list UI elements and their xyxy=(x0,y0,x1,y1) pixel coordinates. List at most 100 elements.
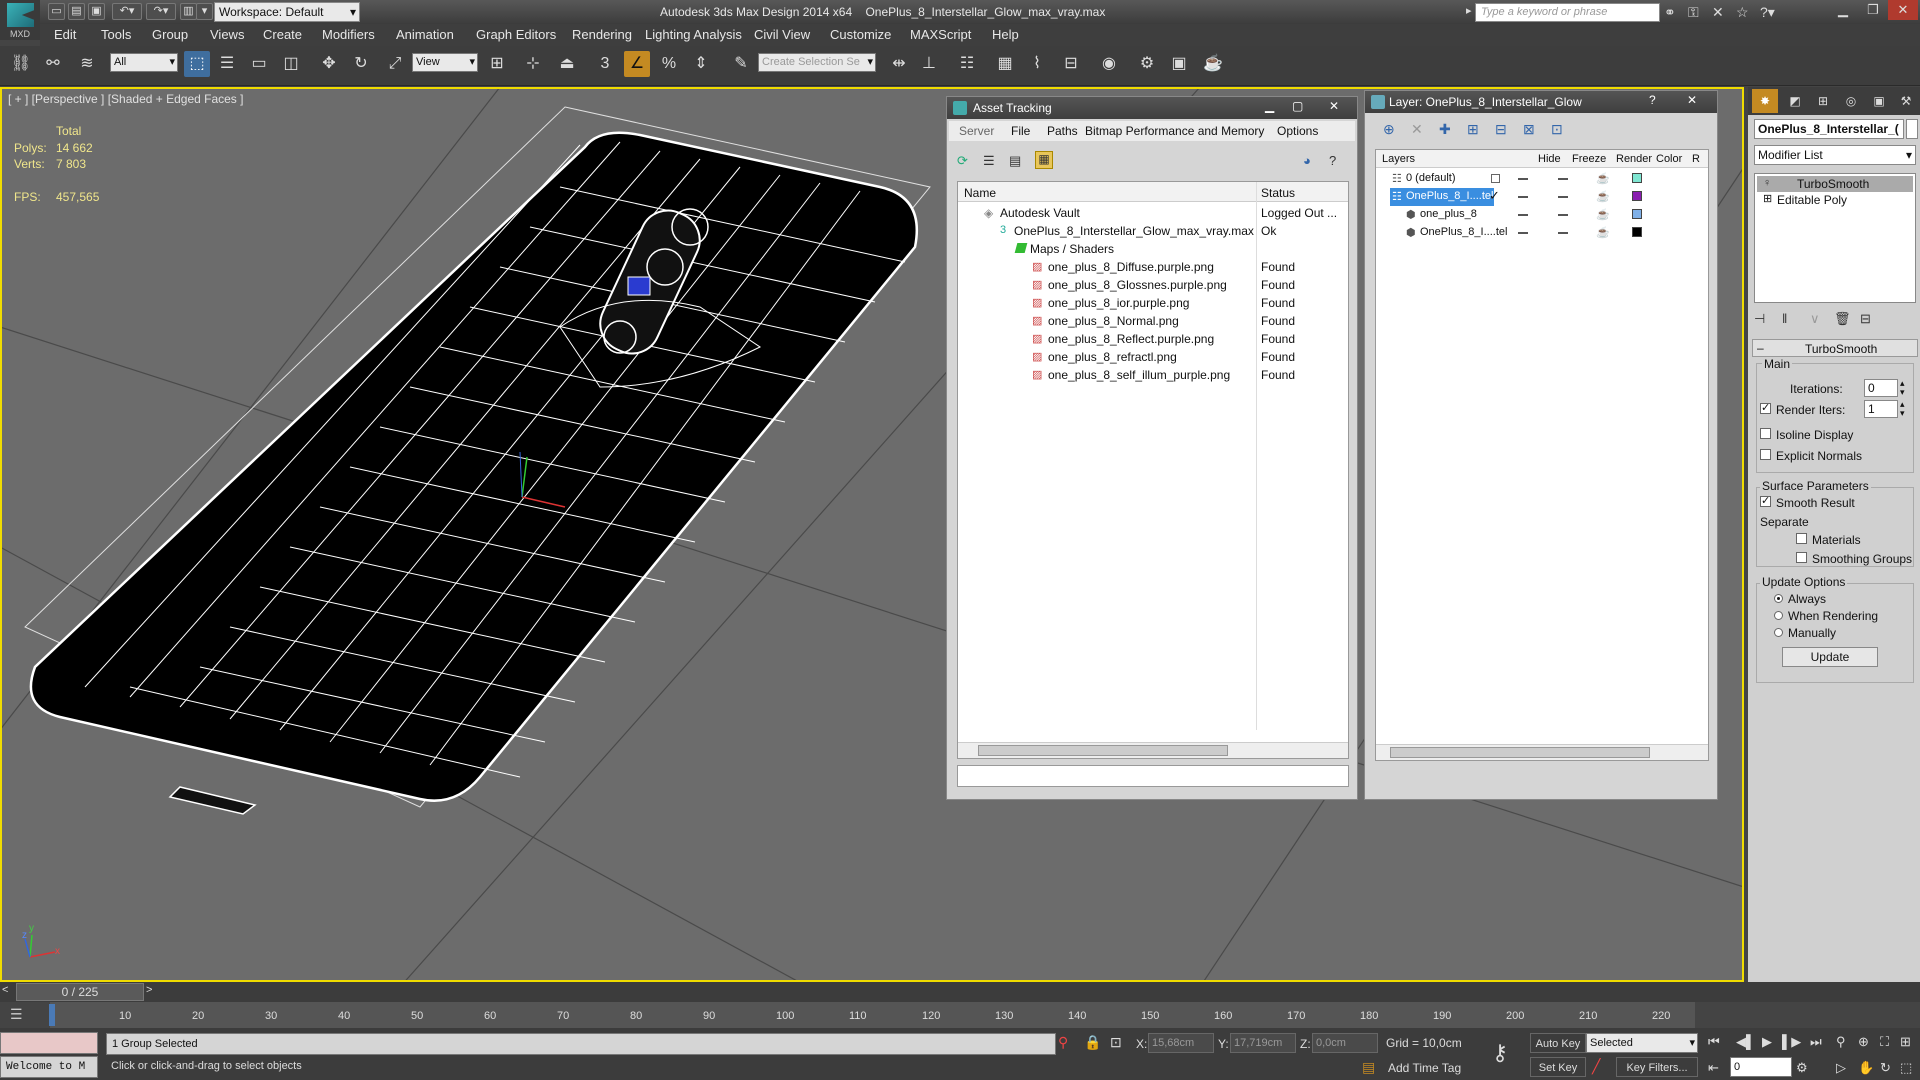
table-view-icon[interactable]: ▦ xyxy=(1035,151,1053,169)
asset-row[interactable]: 3 OnePlus_8_Interstellar_Glow_max_vray.m… xyxy=(958,222,1348,240)
hierarchy-tab-icon[interactable]: ⊞ xyxy=(1810,89,1836,113)
asset-row[interactable]: ▨ one_plus_8_Normal.png Found xyxy=(958,312,1348,330)
render-teapot-icon[interactable]: ☕ xyxy=(1596,208,1610,221)
layer-row[interactable]: ⬢ OnePlus_8_I....tel ☕ xyxy=(1376,224,1708,242)
select-manipulate-icon[interactable]: ⊹ xyxy=(520,51,546,77)
modifier-list-dropdown[interactable]: Modifier List ▾ xyxy=(1754,145,1916,165)
y-coordinate-field[interactable]: 17,719cm xyxy=(1230,1033,1296,1053)
display-tab-icon[interactable]: ▣ xyxy=(1866,89,1892,113)
thumbnail-view-icon[interactable]: ▤ xyxy=(1009,153,1021,169)
materials-checkbox[interactable] xyxy=(1796,533,1807,544)
render-production-icon[interactable]: ☕ xyxy=(1200,51,1226,77)
create-tab-icon[interactable]: ✸ xyxy=(1752,89,1778,113)
select-and-link-icon[interactable]: ⛓ xyxy=(8,51,34,77)
menu-animation[interactable]: Animation xyxy=(396,27,454,42)
menu-rendering[interactable]: Rendering xyxy=(572,27,632,42)
time-configuration-icon[interactable]: ⚙ xyxy=(1796,1060,1808,1076)
project-folder-icon[interactable]: ▥ xyxy=(180,3,197,20)
layer-color-swatch[interactable] xyxy=(1632,209,1642,219)
freeze-toggle[interactable] xyxy=(1558,178,1568,180)
isolate-selection-icon[interactable]: ⚲ xyxy=(1058,1034,1068,1051)
render-setup-icon[interactable]: ⚙ xyxy=(1134,51,1160,77)
maximize-icon[interactable]: ▢ xyxy=(1292,99,1303,113)
edit-named-selection-icon[interactable]: ✎ xyxy=(728,51,754,77)
named-selection-set-dropdown[interactable]: Create Selection Se ▾ xyxy=(758,53,876,72)
isoline-display-checkbox[interactable] xyxy=(1760,428,1771,439)
communication-center-icon[interactable]: ✕ xyxy=(1712,4,1724,21)
layer-row[interactable]: ☷ 0 (default) ☕ xyxy=(1376,170,1708,188)
schematic-view-icon[interactable]: ⊟ xyxy=(1058,51,1084,77)
menu-tools[interactable]: Tools xyxy=(101,27,131,42)
freeze-all-icon[interactable]: ⊡ xyxy=(1551,121,1563,138)
column-status[interactable]: Status xyxy=(1261,186,1295,200)
expand-plus-icon[interactable]: ⊞ xyxy=(1763,192,1772,205)
object-color-swatch[interactable] xyxy=(1906,119,1918,139)
undo-icon[interactable]: ↶▾ xyxy=(112,3,142,20)
remove-modifier-icon[interactable]: 🗑 xyxy=(1834,311,1851,327)
freeze-toggle[interactable] xyxy=(1558,214,1568,216)
select-object-icon[interactable]: ⬚ xyxy=(184,51,210,77)
lightbulb-icon[interactable]: ♀ xyxy=(1763,177,1771,189)
layer-manager-icon[interactable]: ☷ xyxy=(954,51,980,77)
spinner-snap-icon[interactable]: ⇕ xyxy=(688,51,714,77)
next-frame-icon[interactable]: ▌▶ xyxy=(1782,1034,1801,1050)
menu-edit[interactable]: Edit xyxy=(54,27,76,42)
layer-row-selected[interactable]: ☷ OnePlus_8_I....tellar ✓ ☕ xyxy=(1376,188,1708,206)
mirror-icon[interactable]: ⇹ xyxy=(886,51,912,77)
viewport-label-menu[interactable]: [ + ] [Perspective ] [Shaded + Edged Fac… xyxy=(8,92,243,106)
layer-color-swatch[interactable] xyxy=(1632,173,1642,183)
turbosmooth-rollout-header[interactable]: – TurboSmooth xyxy=(1752,339,1918,357)
iterations-spinner[interactable]: ▴ ▾ xyxy=(1900,379,1905,397)
graphite-ribbon-icon[interactable]: ▦ xyxy=(992,51,1018,77)
list-view-icon[interactable]: ☰ xyxy=(983,153,995,169)
reference-coordinate-dropdown[interactable]: View ▾ xyxy=(412,53,478,72)
current-layer-checkbox[interactable] xyxy=(1491,174,1500,183)
new-file-icon[interactable]: ▭ xyxy=(48,3,65,20)
select-objects-icon[interactable]: ⊞ xyxy=(1467,121,1479,138)
hide-toggle[interactable] xyxy=(1518,232,1528,234)
layer-row[interactable]: ⬢ one_plus_8 ☕ xyxy=(1376,206,1708,224)
add-to-layer-icon[interactable]: ✚ xyxy=(1439,121,1451,138)
binoculars-icon[interactable]: ⚭ xyxy=(1664,4,1676,21)
restore-window-button[interactable]: ❐ xyxy=(1858,0,1888,20)
render-teapot-icon[interactable]: ☕ xyxy=(1596,190,1610,203)
help-icon[interactable]: ?▾ xyxy=(1760,4,1775,21)
field-of-view-icon[interactable]: ▷ xyxy=(1836,1060,1846,1076)
minimize-window-button[interactable]: ▁ xyxy=(1828,0,1858,20)
current-layer-check-icon[interactable]: ✓ xyxy=(1489,188,1500,204)
zoom-icon[interactable]: ⚲ xyxy=(1836,1034,1846,1050)
utilities-tab-icon[interactable]: ⚒ xyxy=(1894,89,1918,113)
asset-row[interactable]: ◈ Autodesk Vault Logged Out ... xyxy=(958,204,1348,222)
show-end-result-icon[interactable]: ‖ xyxy=(1782,311,1787,326)
help-icon[interactable]: ? xyxy=(1329,153,1336,168)
create-layer-icon[interactable]: ⊕ xyxy=(1383,121,1395,138)
search-expand-icon[interactable]: ▸ xyxy=(1466,4,1472,17)
render-teapot-icon[interactable]: ☕ xyxy=(1596,172,1610,185)
set-key-button[interactable]: Set Key xyxy=(1530,1057,1586,1077)
current-frame-field[interactable]: 0 xyxy=(1730,1057,1792,1077)
snaps-toggle-icon[interactable]: 3 xyxy=(592,51,618,77)
time-tag-icon[interactable]: ▤ xyxy=(1362,1059,1375,1076)
asset-menu-server[interactable]: Server xyxy=(959,124,994,138)
menu-help[interactable]: Help xyxy=(992,27,1019,42)
layer-titlebar[interactable]: Layer: OnePlus_8_Interstellar_Glow xyxy=(1365,91,1717,113)
keyboard-shortcut-override-icon[interactable]: ⏏ xyxy=(554,51,580,77)
horizontal-scrollbar[interactable] xyxy=(1376,744,1708,760)
key-mode-dropdown[interactable]: Selected ▾ xyxy=(1586,1033,1698,1053)
select-and-scale-icon[interactable]: ⤢ xyxy=(382,51,408,77)
always-radio[interactable] xyxy=(1774,594,1783,603)
layer-color-swatch[interactable] xyxy=(1632,227,1642,237)
orbit-icon[interactable]: ↻ xyxy=(1880,1060,1891,1076)
modify-tab-icon[interactable]: ◩ xyxy=(1782,89,1808,113)
freeze-toggle[interactable] xyxy=(1558,196,1568,198)
horizontal-scrollbar[interactable] xyxy=(958,742,1348,758)
pan-view-icon[interactable]: ✋ xyxy=(1858,1060,1874,1076)
select-by-name-icon[interactable]: ☰ xyxy=(214,51,240,77)
key-mode-toggle-icon[interactable]: ⇤ xyxy=(1708,1060,1719,1076)
asset-row[interactable]: ▨ one_plus_8_Reflect.purple.png Found xyxy=(958,330,1348,348)
redo-icon[interactable]: ↷▾ xyxy=(146,3,176,20)
menu-create[interactable]: Create xyxy=(263,27,302,42)
modifier-stack-item-selected[interactable]: ♀ TurboSmooth xyxy=(1757,176,1913,192)
asset-menu-file[interactable]: File xyxy=(1011,124,1030,138)
layer-color-swatch[interactable] xyxy=(1632,191,1642,201)
